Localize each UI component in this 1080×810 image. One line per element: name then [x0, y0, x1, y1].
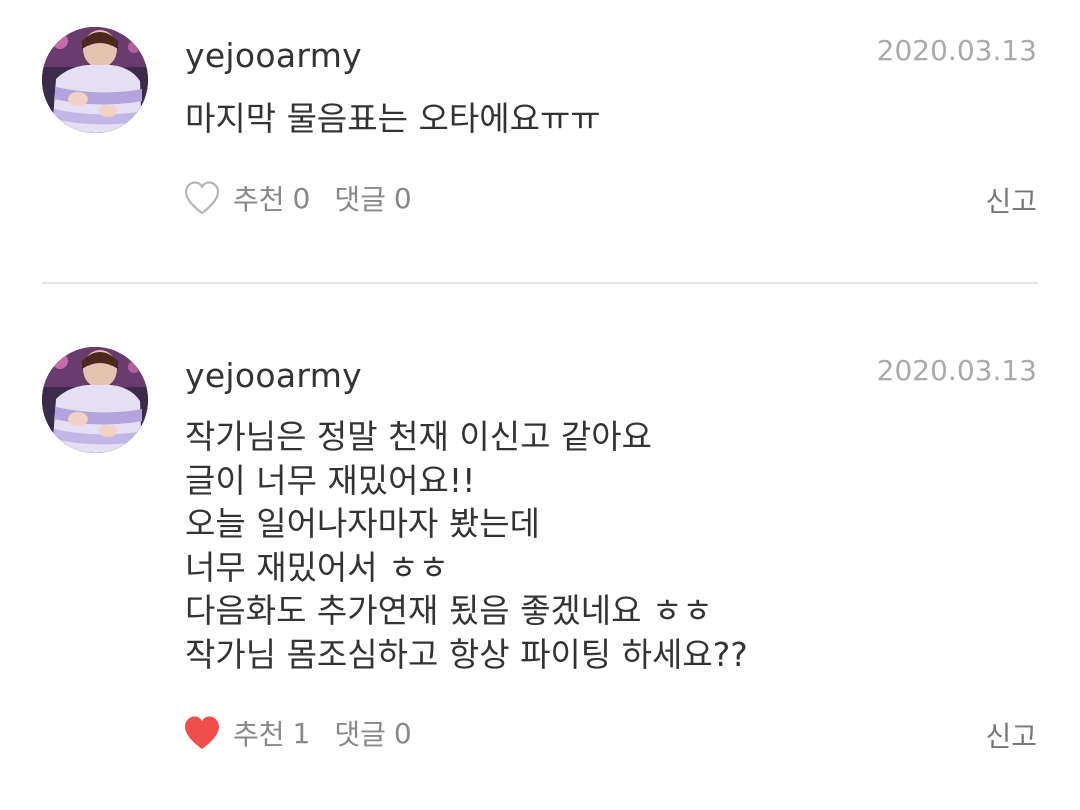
- avatar-image: [42, 347, 148, 453]
- like-count: 0: [292, 181, 311, 215]
- reply-label: 댓글: [334, 718, 386, 751]
- comment-line: 너무 재밌어서 ㅎㅎ: [185, 547, 449, 587]
- avatar-image: [42, 27, 148, 133]
- heart-outline-icon: [183, 180, 221, 216]
- comment-line: 작가님 몸조심하고 항상 파이팅 하세요??: [185, 634, 748, 674]
- reply-button[interactable]: 댓글 0: [334, 178, 411, 218]
- like-count: 1: [292, 716, 311, 750]
- like-label: 추천: [233, 718, 285, 751]
- comment-date: 2020.03.13: [876, 34, 1037, 67]
- like-label: 추천: [233, 183, 285, 216]
- comment-item: yejooarmy 2020.03.13 마지막 물음표는 오타에요ㅠㅠ 추천 …: [0, 0, 1080, 282]
- reply-count: 0: [393, 716, 412, 750]
- comment-actions: 추천 0 댓글 0: [183, 176, 412, 220]
- comment-line: 오늘 일어나자마자 봤는데: [185, 504, 540, 543]
- reply-count: 0: [393, 181, 412, 215]
- comment-line: 다음화도 추가연재 됬음 좋겠네요 ㅎㅎ: [185, 591, 713, 630]
- comment-body: 마지막 물음표는 오타에요ㅠㅠ: [185, 97, 1035, 141]
- like-button[interactable]: 추천 0: [183, 178, 310, 218]
- comment-body: 작가님은 정말 천재 이신고 같아요 글이 너무 재밌어요!! 오늘 일어나자마…: [185, 415, 1035, 676]
- username[interactable]: yejooarmy: [185, 356, 362, 395]
- avatar[interactable]: [42, 27, 148, 133]
- avatar[interactable]: [42, 347, 148, 453]
- like-button[interactable]: 추천 1: [183, 713, 310, 753]
- reply-label: 댓글: [334, 183, 386, 216]
- comment-date: 2020.03.13: [876, 354, 1037, 387]
- username[interactable]: yejooarmy: [185, 36, 362, 75]
- reply-button[interactable]: 댓글 0: [334, 713, 411, 753]
- report-button[interactable]: 신고: [985, 180, 1037, 220]
- report-button[interactable]: 신고: [985, 715, 1037, 755]
- heart-filled-icon: [183, 715, 221, 751]
- comment-line: 작가님은 정말 천재 이신고 같아요: [185, 417, 652, 456]
- comment-line: 글이 너무 재밌어요!!: [185, 460, 476, 500]
- comment-actions: 추천 1 댓글 0: [183, 711, 412, 755]
- comment-item: yejooarmy 2020.03.13 작가님은 정말 천재 이신고 같아요 …: [0, 283, 1080, 810]
- comment-line: 마지막 물음표는 오타에요ㅠㅠ: [185, 99, 601, 138]
